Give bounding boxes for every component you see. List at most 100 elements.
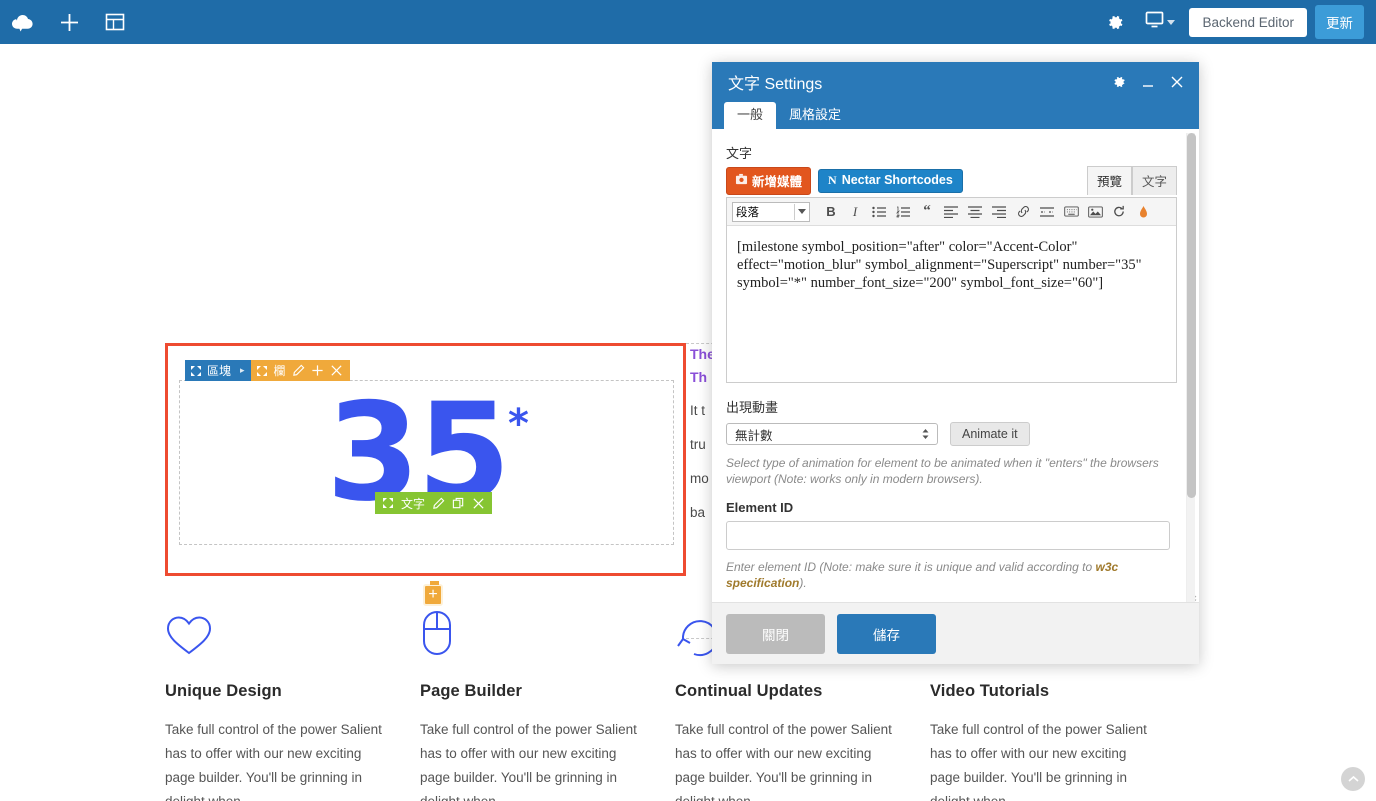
alert-icon[interactable] (1132, 201, 1154, 223)
column-control[interactable]: 欄 (250, 360, 350, 381)
nectar-shortcodes-label: Nectar Shortcodes (841, 173, 953, 187)
layout-grid-icon[interactable] (92, 0, 138, 44)
add-media-button[interactable]: 新增媒體 (726, 166, 812, 195)
move-arrows-icon[interactable] (382, 497, 394, 509)
modal-body: 文字 新增媒體 N Nectar Shortcodes 預覽 文字 段落 B I… (712, 129, 1199, 602)
plus-icon[interactable] (46, 0, 92, 44)
close-icon[interactable] (1169, 74, 1185, 90)
format-select[interactable]: 段落 (732, 201, 810, 222)
feature-column: Page Builder Take full control of the po… (420, 595, 675, 801)
animation-select[interactable]: 無計數 (726, 423, 938, 445)
editor-toolbar: 段落 B I “ (727, 198, 1176, 226)
feature-title: Page Builder (420, 682, 523, 700)
element-id-help-text: Enter element ID (Note: make sure it is … (726, 559, 1177, 591)
text-settings-modal: 文字 Settings 一般 風格設定 文字 新增媒體 N Nectar Sho… (712, 62, 1199, 664)
milestone-symbol: * (507, 401, 529, 447)
align-center-icon[interactable] (964, 201, 986, 223)
animation-select-value: 無計數 (735, 428, 773, 443)
pencil-icon[interactable] (432, 497, 445, 510)
image-icon[interactable] (1084, 201, 1106, 223)
gear-icon[interactable] (1093, 0, 1137, 44)
display-mode-selector[interactable] (1137, 0, 1189, 44)
mouse-icon (420, 595, 643, 657)
backend-editor-button[interactable]: Backend Editor (1189, 7, 1307, 37)
section-label: 區塊 (207, 364, 232, 378)
feature-title: Continual Updates (675, 682, 823, 700)
format-select-divider (794, 203, 795, 220)
copy-icon[interactable] (452, 497, 465, 510)
editor-mode-text[interactable]: 文字 (1131, 166, 1177, 195)
animation-help-text: Select type of animation for element to … (726, 456, 1159, 486)
rich-text-editor: 段落 B I “ [milestone symbol_position="aft… (726, 197, 1197, 602)
chevron-down-icon (798, 209, 806, 214)
feature-body: Take full control of the power Salient h… (165, 722, 382, 801)
minimize-icon[interactable] (1140, 74, 1156, 90)
selected-row[interactable]: 區塊 ▸ 欄 35* 文字 + (165, 343, 686, 606)
element-toolbar-label: 文字 (401, 496, 426, 511)
chevron-right-icon[interactable]: ▸ (240, 365, 245, 376)
animation-row: 無計數 Animate it (726, 422, 1177, 446)
tab-general[interactable]: 一般 (724, 102, 777, 129)
element-id-input[interactable] (726, 521, 1170, 550)
move-arrows-icon[interactable] (190, 365, 202, 377)
animation-label: 出現動畫 (726, 400, 779, 415)
salient-cloud-logo-icon[interactable] (0, 0, 46, 44)
plus-icon[interactable] (311, 364, 324, 377)
editor-mode-tabs: 預覽 文字 (1086, 166, 1177, 195)
help-after: ). (799, 576, 807, 590)
bold-icon[interactable]: B (820, 201, 842, 223)
modal-footer: 關閉 儲存 (712, 602, 1199, 664)
numbered-list-icon[interactable] (892, 201, 914, 223)
tab-style-settings[interactable]: 風格設定 (776, 102, 854, 129)
save-button[interactable]: 儲存 (837, 613, 936, 654)
admin-toolbar-left (0, 0, 138, 44)
modal-scrollbar-thumb[interactable] (1187, 133, 1196, 498)
editor-mode-visual[interactable]: 預覽 (1086, 166, 1132, 195)
scroll-to-top-button[interactable] (1341, 767, 1365, 791)
editor-content[interactable]: [milestone symbol_position="after" color… (727, 226, 1176, 382)
bullet-list-icon[interactable] (868, 201, 890, 223)
read-more-icon[interactable] (1036, 201, 1058, 223)
monitor-icon (1145, 11, 1164, 33)
element-toolbar[interactable]: 文字 (375, 492, 493, 514)
media-camera-icon (735, 173, 748, 188)
admin-toolbar: Backend Editor 更新 (0, 0, 1376, 44)
modal-title: 文字 Settings (728, 76, 823, 93)
text-field-label: 文字 (726, 146, 753, 161)
add-element-button[interactable]: + (423, 581, 443, 606)
italic-icon[interactable]: I (844, 201, 866, 223)
close-icon[interactable] (330, 364, 343, 377)
feature-title: Unique Design (165, 682, 282, 700)
move-arrows-icon[interactable] (256, 365, 268, 377)
feature-body: Take full control of the power Salient h… (675, 722, 892, 801)
modal-scrollbar[interactable] (1186, 133, 1196, 602)
close-icon[interactable] (472, 497, 485, 510)
rotate-icon[interactable] (1108, 201, 1130, 223)
nectar-logo-icon: N (828, 172, 837, 187)
heart-icon (165, 595, 388, 657)
nectar-shortcodes-button[interactable]: N Nectar Shortcodes (818, 168, 963, 193)
gear-icon[interactable] (1111, 74, 1127, 90)
feature-title: Video Tutorials (930, 682, 1050, 700)
feature-body: Take full control of the power Salient h… (930, 722, 1147, 801)
column-label: 欄 (273, 364, 286, 378)
link-icon[interactable] (1012, 201, 1034, 223)
update-button[interactable]: 更新 (1315, 5, 1364, 39)
pencil-icon[interactable] (292, 364, 305, 377)
animate-it-button[interactable]: Animate it (950, 422, 1030, 446)
close-button[interactable]: 關閉 (726, 613, 825, 654)
format-select-value: 段落 (736, 206, 759, 219)
stepper-arrows-icon (921, 428, 930, 440)
align-right-icon[interactable] (988, 201, 1010, 223)
modal-header: 文字 Settings (712, 62, 1199, 102)
element-id-label: Element ID (726, 500, 794, 515)
chevron-up-icon (1347, 770, 1359, 788)
keyboard-icon[interactable] (1060, 201, 1082, 223)
chevron-down-icon (1167, 19, 1176, 25)
align-left-icon[interactable] (940, 201, 962, 223)
column-box[interactable]: 35* (179, 380, 674, 545)
section-control[interactable]: 區塊 ▸ (185, 360, 251, 381)
blockquote-icon[interactable]: “ (916, 201, 938, 223)
add-media-label: 新增媒體 (752, 174, 803, 189)
feature-column: Unique Design Take full control of the p… (165, 595, 420, 801)
